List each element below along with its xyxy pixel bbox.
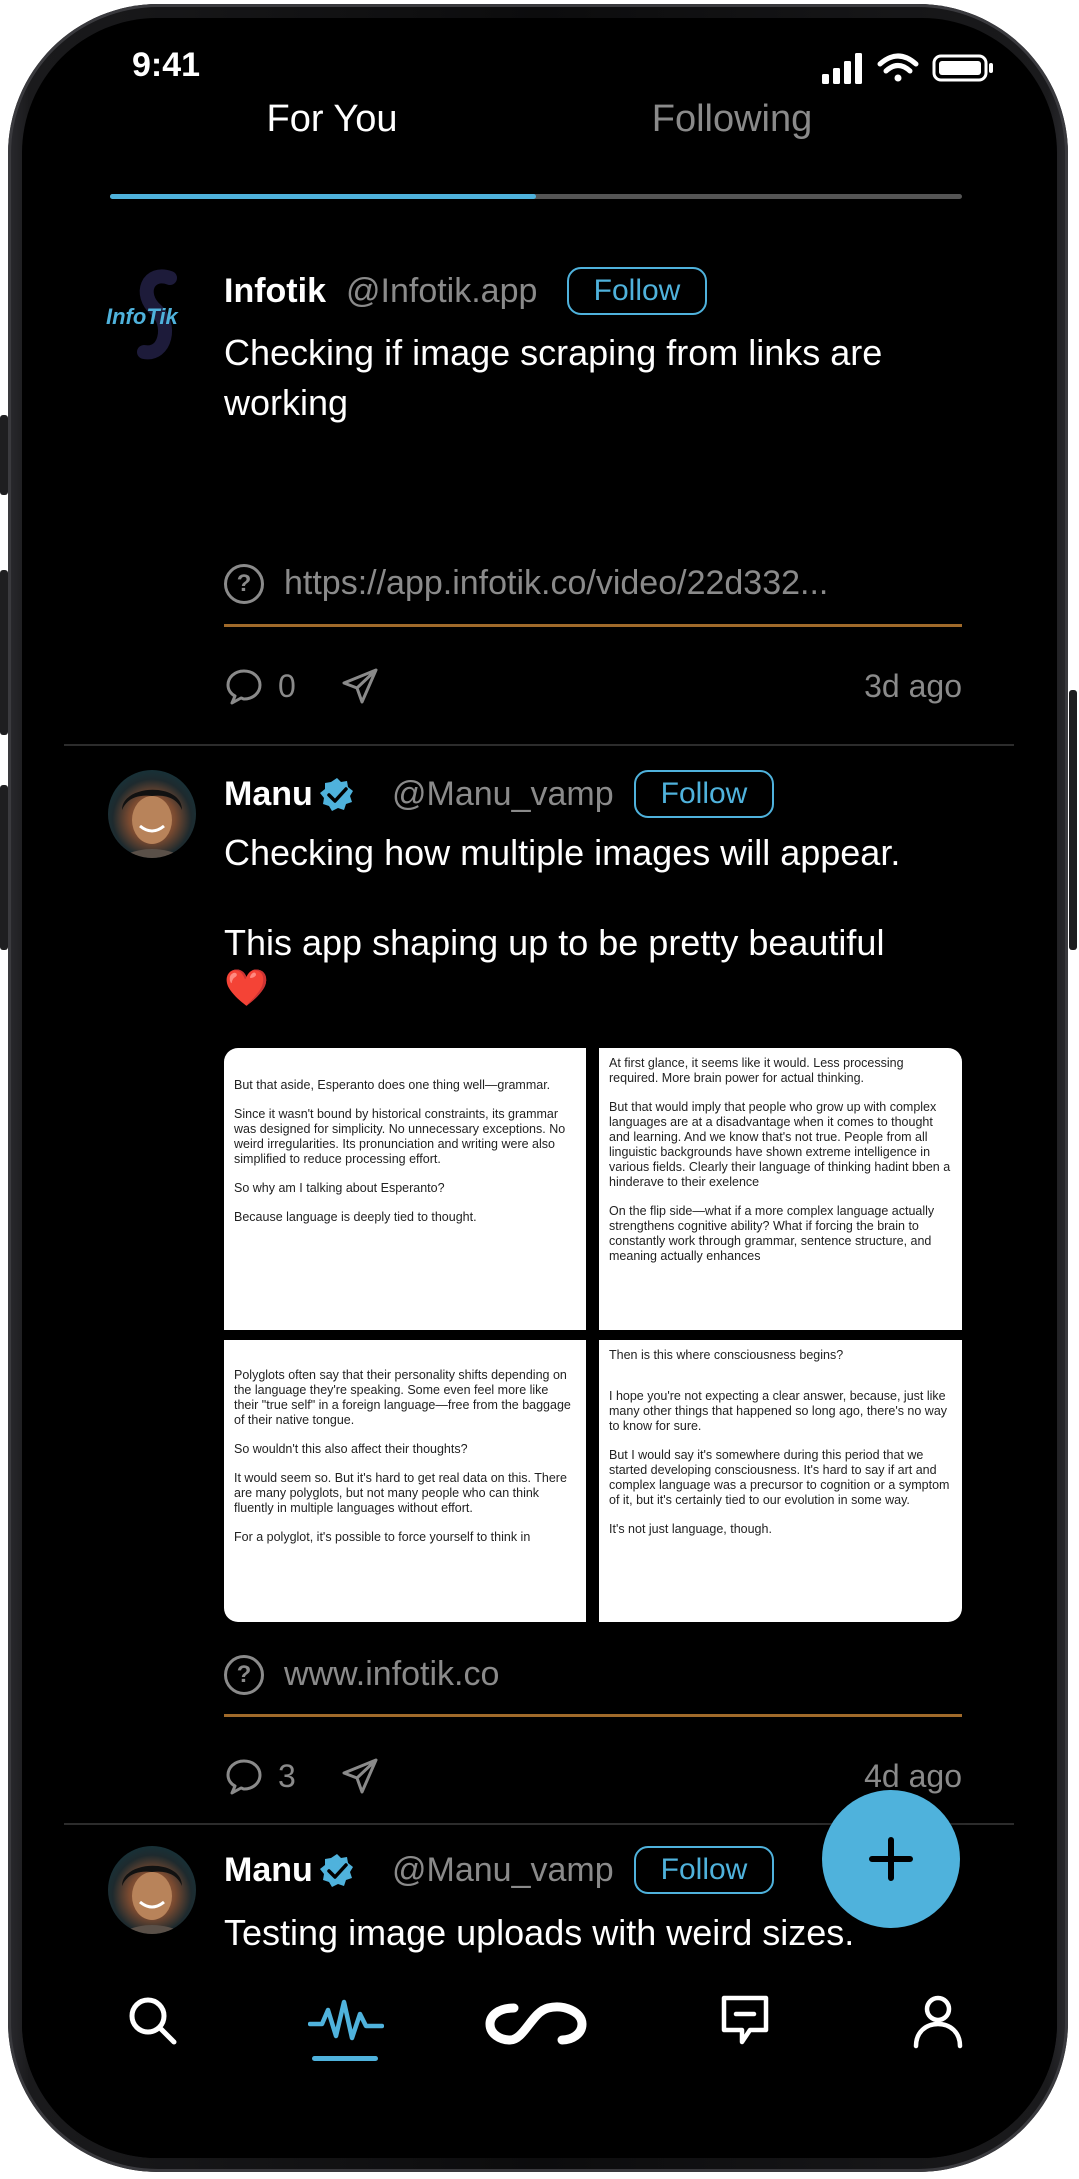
link-unknown-icon: ? bbox=[224, 564, 264, 604]
plus-icon bbox=[869, 1837, 913, 1881]
follow-button[interactable]: Follow bbox=[634, 1846, 774, 1894]
post-author-handle[interactable]: @Manu_vamp bbox=[392, 775, 614, 814]
attached-image[interactable]: At first glance, it seems like it would.… bbox=[599, 1048, 962, 1330]
verified-badge-icon bbox=[320, 1854, 353, 1887]
share-icon[interactable] bbox=[340, 666, 380, 706]
message-icon[interactable] bbox=[716, 1992, 774, 2050]
comment-count: 3 bbox=[278, 1758, 296, 1794]
post-divider bbox=[64, 744, 1014, 746]
post-author-handle[interactable]: @Infotik.app bbox=[346, 272, 537, 311]
power-button bbox=[1069, 690, 1077, 950]
post-text-line: Checking how multiple images will appear… bbox=[224, 832, 901, 873]
post-author-name[interactable]: Infotik bbox=[224, 272, 326, 311]
image-grid: But that aside, Esperanto does one thing… bbox=[224, 1048, 962, 1622]
infotik-logo[interactable]: InfoTik bbox=[106, 266, 208, 366]
post-author-name[interactable]: Manu bbox=[224, 775, 313, 814]
post-text-line bbox=[224, 875, 984, 920]
post-text-line: This app shaping up to be pretty beautif… bbox=[224, 922, 885, 963]
avatar[interactable] bbox=[108, 770, 196, 858]
infinity-link-icon[interactable] bbox=[484, 1998, 588, 2048]
search-icon[interactable] bbox=[124, 1992, 180, 2048]
status-icons bbox=[822, 53, 993, 84]
battery-icon bbox=[932, 54, 993, 82]
mute-switch bbox=[0, 415, 8, 495]
follow-button[interactable]: Follow bbox=[567, 267, 707, 315]
volume-down-button bbox=[0, 785, 8, 950]
tab-active-indicator bbox=[110, 194, 536, 199]
heart-emoji: ❤️ bbox=[224, 967, 269, 1008]
link-preview-url[interactable]: https://app.infotik.co/video/22d332... bbox=[284, 564, 828, 603]
wifi-icon bbox=[877, 53, 919, 82]
cellular-signal-icon bbox=[822, 53, 862, 84]
status-time: 9:41 bbox=[132, 46, 201, 84]
link-preview-url[interactable]: www.infotik.co bbox=[284, 1655, 499, 1694]
infotik-logo-text: InfoTik bbox=[106, 304, 178, 329]
link-preview-divider bbox=[224, 624, 962, 627]
post-text-line: Checking if image scraping from links ar… bbox=[224, 332, 883, 373]
bottom-nav bbox=[22, 1958, 1057, 2158]
app-screen: 9:41 For You Following InfoTik Infotik @… bbox=[22, 18, 1057, 2158]
link-preview-divider bbox=[224, 1714, 962, 1717]
attached-image[interactable]: Polyglots often say that their personali… bbox=[224, 1340, 586, 1622]
post-author-handle[interactable]: @Manu_vamp bbox=[392, 1851, 614, 1890]
share-icon[interactable] bbox=[340, 1756, 380, 1796]
profile-icon[interactable] bbox=[910, 1992, 966, 2050]
post-author-name[interactable]: Manu bbox=[224, 1851, 313, 1890]
post-time-ago: 3d ago bbox=[864, 668, 962, 704]
attached-image[interactable]: Then is this where consciousness begins?… bbox=[599, 1340, 962, 1622]
post-text: Checking if image scraping from links ar… bbox=[224, 328, 964, 428]
compose-fab-button[interactable] bbox=[822, 1790, 960, 1928]
comment-icon[interactable] bbox=[224, 666, 264, 706]
nav-active-indicator bbox=[312, 2056, 378, 2061]
comment-icon[interactable] bbox=[224, 1756, 264, 1796]
post-text: Checking how multiple images will appear… bbox=[224, 830, 984, 1010]
tab-for-you[interactable]: For You bbox=[182, 98, 482, 141]
pulse-feed-icon[interactable] bbox=[308, 1996, 384, 2046]
volume-up-button bbox=[0, 570, 8, 735]
attached-image[interactable]: But that aside, Esperanto does one thing… bbox=[224, 1048, 586, 1330]
post-text-line: working bbox=[224, 382, 349, 423]
verified-badge-icon bbox=[320, 778, 353, 811]
follow-button[interactable]: Follow bbox=[634, 770, 774, 818]
avatar[interactable] bbox=[108, 1846, 196, 1934]
comment-count: 0 bbox=[278, 668, 296, 704]
link-unknown-icon: ? bbox=[224, 1655, 264, 1695]
tab-following[interactable]: Following bbox=[582, 98, 882, 141]
